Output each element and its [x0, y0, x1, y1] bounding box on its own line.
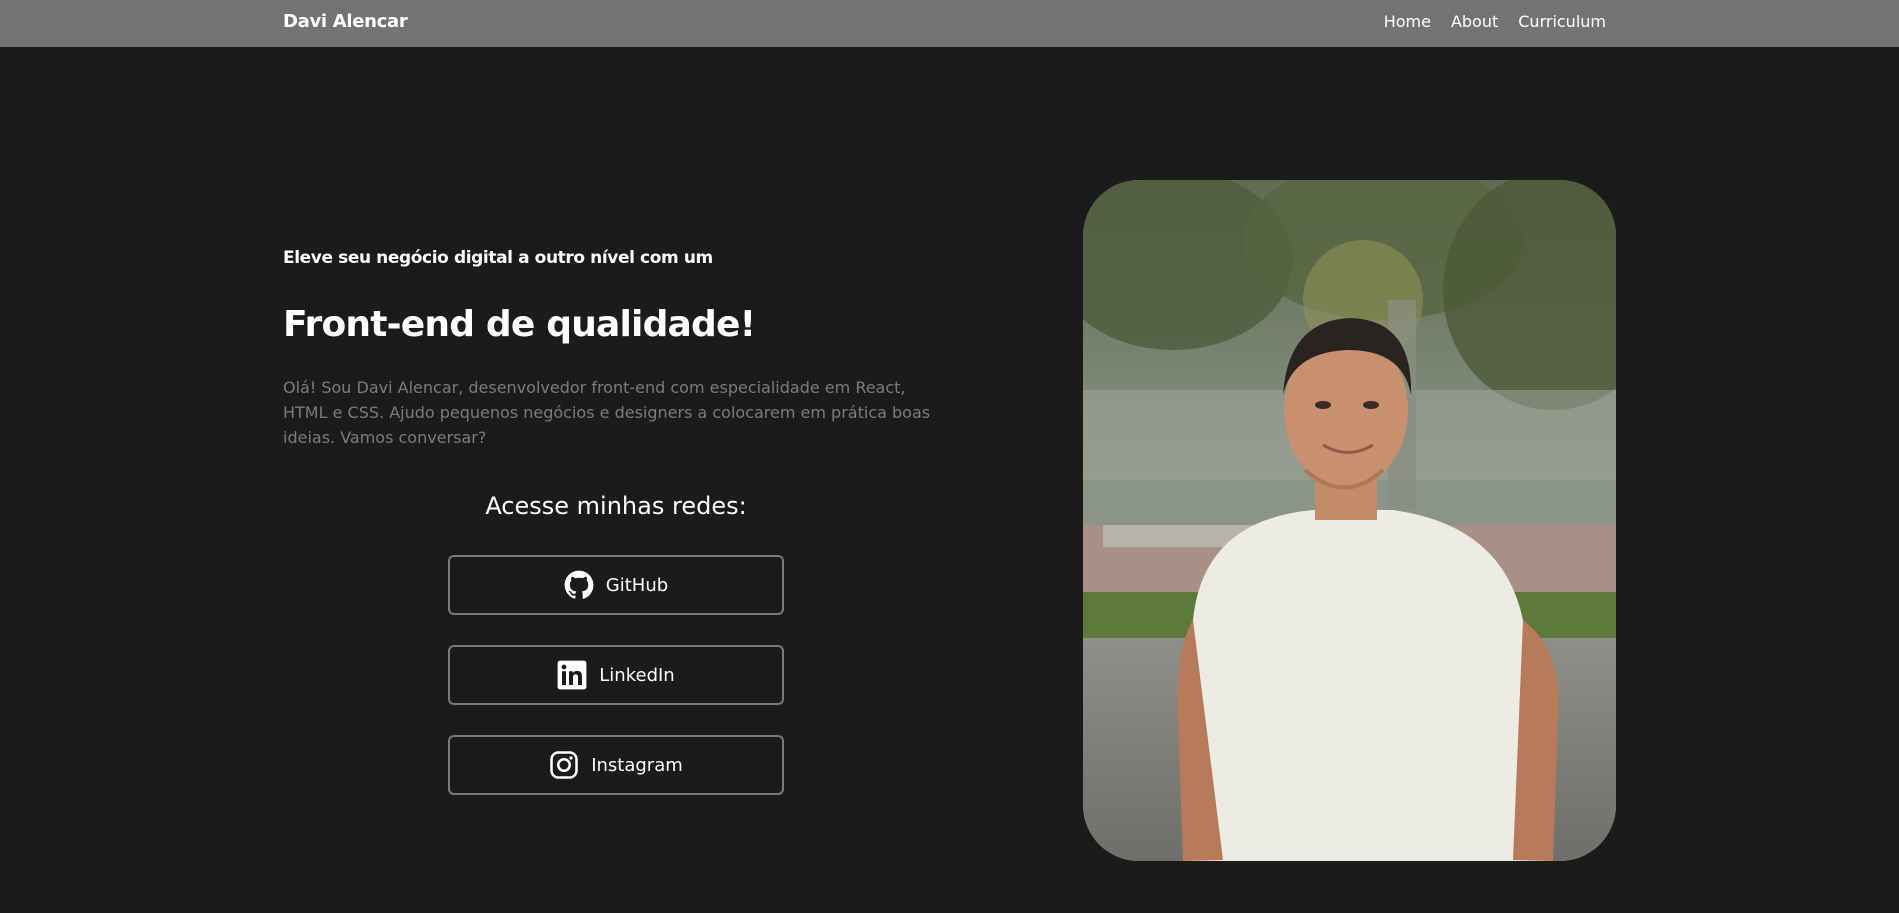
nav-home-link[interactable]: Home: [1384, 12, 1431, 31]
social-title: Acesse minhas redes:: [485, 492, 747, 520]
instagram-label: Instagram: [591, 754, 683, 776]
hero-headline: Front-end de qualidade!: [283, 304, 756, 345]
github-button[interactable]: GitHub: [448, 555, 784, 615]
github-icon: [564, 570, 594, 600]
hero-text: Eleve seu negócio digital a outro nível …: [283, 248, 963, 450]
main-nav: Home About Curriculum: [1384, 12, 1606, 31]
linkedin-button[interactable]: LinkedIn: [448, 645, 784, 705]
brand-logo-text[interactable]: Davi Alencar: [283, 11, 408, 32]
nav-about-link[interactable]: About: [1451, 12, 1498, 31]
hero-intro: Olá! Sou Davi Alencar, desenvolvedor fro…: [283, 378, 931, 447]
profile-photo-illustration: [1083, 180, 1616, 861]
hero-kicker: Eleve seu negócio digital a outro nível …: [283, 248, 713, 268]
instagram-button[interactable]: Instagram: [448, 735, 784, 795]
nav-curriculum-link[interactable]: Curriculum: [1518, 12, 1606, 31]
instagram-icon: [549, 750, 579, 780]
linkedin-icon: [557, 660, 587, 690]
github-label: GitHub: [605, 574, 669, 596]
profile-photo: [1083, 180, 1616, 861]
linkedin-label: LinkedIn: [599, 664, 675, 686]
top-navbar: Davi Alencar Home About Curriculum: [0, 0, 1899, 47]
